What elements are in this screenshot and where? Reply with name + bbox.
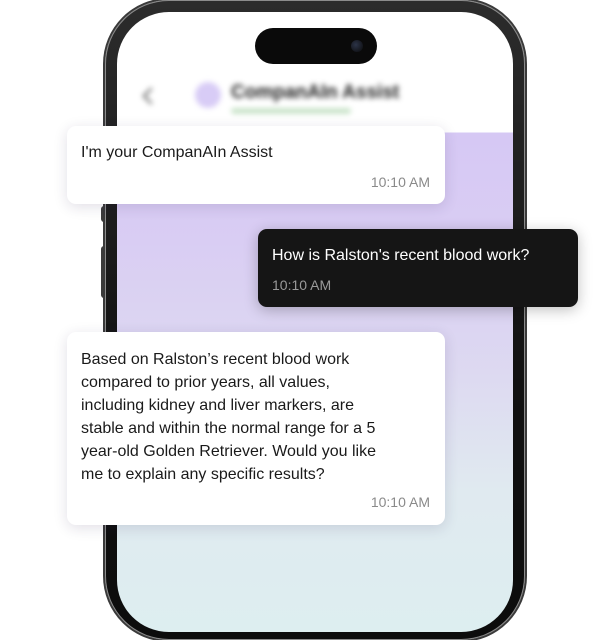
message-timestamp: 10:10 AM <box>272 277 332 293</box>
assistant-avatar-icon <box>195 82 221 108</box>
message-text: How is Ralston's recent blood work? <box>272 247 530 264</box>
message-text: Based on Ralston’s recent blood work com… <box>81 351 376 483</box>
message-text: I'm your CompanAIn Assist <box>81 144 273 161</box>
message-timestamp: 10:10 AM <box>370 174 430 190</box>
chat-header: CompanAIn Assist <box>117 72 513 122</box>
assistant-message-bubble: Based on Ralston’s recent blood work com… <box>67 332 445 525</box>
assistant-message-bubble: I'm your CompanAIn Assist 10:10 AM <box>67 126 445 204</box>
chat-title: CompanAIn Assist <box>231 82 400 103</box>
chevron-left-icon[interactable] <box>142 87 160 105</box>
camera-icon <box>351 40 363 52</box>
user-message-bubble: How is Ralston's recent blood work? 10:1… <box>258 229 578 307</box>
online-status-indicator <box>231 108 351 114</box>
dynamic-island <box>255 28 377 64</box>
message-timestamp: 10:10 AM <box>370 494 430 510</box>
